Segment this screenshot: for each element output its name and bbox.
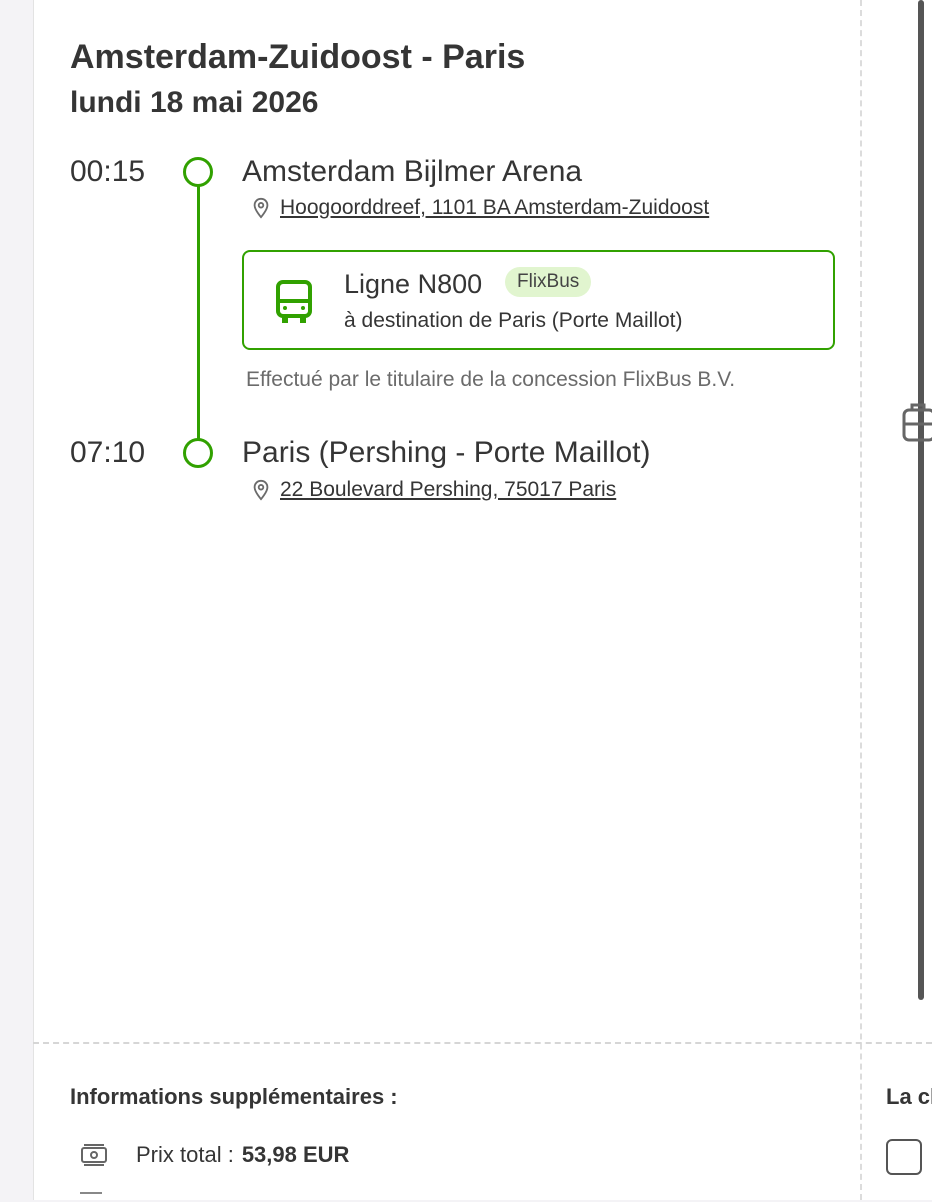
pin-icon: [253, 479, 269, 501]
luggage-icon: [902, 403, 932, 442]
bus-icon: [276, 280, 312, 323]
arrival-stop-name: Paris (Pershing - Porte Maillot): [242, 436, 651, 469]
line-info-box: Ligne N800 FlixBus à destination de Pari…: [242, 250, 835, 350]
arrival-time: 07:10: [70, 436, 146, 469]
cash-icon: [81, 1144, 107, 1166]
next-row-icon: [80, 1192, 102, 1202]
section-divider: [33, 1042, 932, 1044]
operator-note: Effectué par le titulaire de la concessi…: [246, 368, 736, 391]
line-name: Ligne N800: [344, 269, 483, 299]
line-destination: à destination de Paris (Porte Maillot): [344, 309, 683, 332]
departure-stop-name: Amsterdam Bijlmer Arena: [242, 155, 583, 188]
departure-address: Hoogoorddreef, 1101 BA Amsterdam-Zuidoos…: [250, 196, 709, 220]
checkbox[interactable]: [886, 1139, 922, 1175]
pin-icon: [253, 197, 269, 219]
additional-info-title: Informations supplémentaires :: [70, 1084, 398, 1109]
arrival-address: 22 Boulevard Pershing, 75017 Paris: [250, 478, 616, 502]
right-column-heading: La cl: [886, 1084, 932, 1109]
arrival-address-link[interactable]: 22 Boulevard Pershing, 75017 Paris: [280, 478, 616, 502]
price-value: 53,98 EUR: [241, 1142, 350, 1167]
trip-date: lundi 18 mai 2026: [70, 86, 319, 119]
departure-stop-marker: [183, 157, 213, 187]
price-label: Prix total :: [136, 1142, 234, 1167]
brand-badge: FlixBus: [505, 267, 592, 297]
timeline-line: [197, 186, 200, 439]
scrollbar[interactable]: [918, 0, 924, 1000]
departure-address-link[interactable]: Hoogoorddreef, 1101 BA Amsterdam-Zuidoos…: [280, 196, 709, 220]
trip-title: Amsterdam-Zuidoost - Paris: [70, 38, 526, 76]
total-price-row: Prix total : 53,98 EUR: [80, 1142, 349, 1168]
arrival-stop-marker: [183, 438, 213, 468]
departure-time: 00:15: [70, 155, 146, 188]
